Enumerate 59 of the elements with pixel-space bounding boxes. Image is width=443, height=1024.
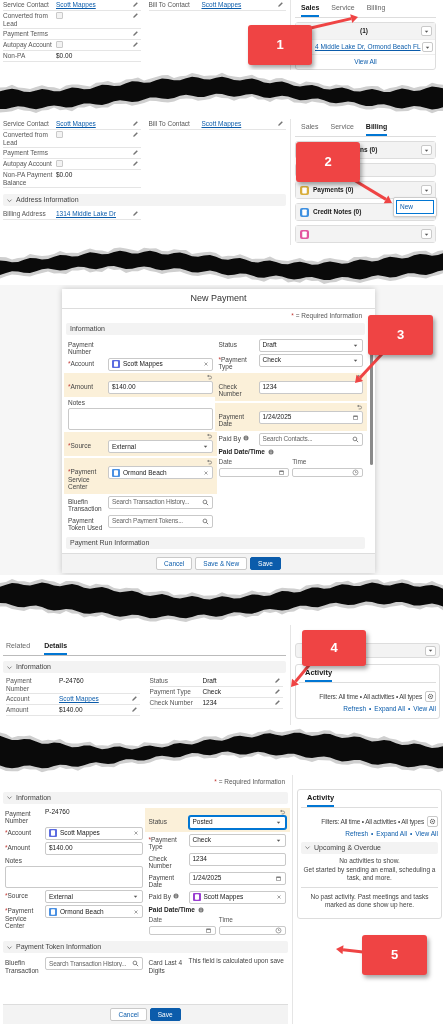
textarea-field[interactable] bbox=[5, 866, 143, 889]
dropdown-button[interactable] bbox=[425, 645, 436, 656]
dropdown-button[interactable] bbox=[421, 145, 432, 155]
pencil-icon[interactable] bbox=[131, 210, 139, 217]
checkbox[interactable] bbox=[56, 160, 63, 167]
caret-icon bbox=[427, 647, 434, 654]
dropdown-button[interactable] bbox=[421, 185, 432, 195]
clear-icon[interactable] bbox=[202, 361, 209, 368]
search-icon bbox=[201, 517, 209, 525]
step-number-tooltip: 4 bbox=[302, 630, 366, 666]
date-field[interactable] bbox=[148, 926, 216, 935]
undo-icon[interactable] bbox=[279, 808, 286, 816]
textarea-field[interactable] bbox=[68, 408, 213, 431]
pencil-icon[interactable] bbox=[277, 120, 284, 127]
clock-icon bbox=[275, 927, 282, 934]
time-field[interactable] bbox=[218, 926, 286, 935]
checkbox[interactable] bbox=[56, 12, 63, 19]
callout-arrow bbox=[336, 945, 364, 955]
undo-icon[interactable] bbox=[356, 373, 363, 381]
step-number-tooltip: 2 bbox=[296, 142, 360, 182]
chevron-icon bbox=[304, 844, 311, 852]
settings-button[interactable] bbox=[425, 691, 436, 702]
date-field[interactable] bbox=[218, 468, 290, 477]
info-icon[interactable] bbox=[198, 906, 204, 913]
clear-icon[interactable] bbox=[276, 894, 282, 901]
info-icon[interactable] bbox=[268, 448, 274, 455]
undo-icon[interactable] bbox=[205, 373, 213, 381]
info-icon[interactable] bbox=[172, 892, 179, 899]
chevron-icon bbox=[6, 794, 13, 802]
clear-icon[interactable] bbox=[132, 830, 139, 837]
info-icon[interactable] bbox=[242, 434, 249, 441]
undo-icon[interactable] bbox=[205, 433, 213, 441]
dropdown-button[interactable] bbox=[421, 229, 432, 239]
gear-icon bbox=[429, 818, 436, 825]
checkbox[interactable] bbox=[56, 131, 63, 138]
clock-icon bbox=[352, 469, 359, 476]
search-icon bbox=[201, 498, 209, 506]
dropdown-button[interactable] bbox=[422, 42, 433, 52]
modal-title: New Payment bbox=[62, 289, 375, 309]
step-number-tooltip: 3 bbox=[368, 315, 433, 355]
callout-arrow bbox=[355, 352, 384, 383]
undo-icon[interactable] bbox=[205, 459, 213, 467]
dropdown-button[interactable] bbox=[421, 26, 432, 36]
calendar-icon bbox=[275, 874, 282, 882]
undo-icon[interactable] bbox=[356, 403, 363, 411]
calendar-icon bbox=[278, 469, 286, 476]
search-icon bbox=[352, 435, 359, 443]
settings-button[interactable] bbox=[427, 816, 438, 827]
calendar-icon bbox=[352, 413, 359, 421]
gear-icon bbox=[427, 693, 434, 700]
step-number-tooltip: 1 bbox=[248, 25, 312, 65]
checkbox[interactable] bbox=[56, 41, 63, 48]
step-number-tooltip: 5 bbox=[362, 935, 427, 975]
pencil-icon[interactable] bbox=[277, 1, 284, 8]
time-field[interactable] bbox=[292, 468, 363, 477]
clear-icon[interactable] bbox=[132, 908, 139, 915]
search-icon bbox=[131, 960, 139, 967]
clear-icon[interactable] bbox=[202, 469, 209, 476]
calendar-icon bbox=[204, 927, 212, 934]
